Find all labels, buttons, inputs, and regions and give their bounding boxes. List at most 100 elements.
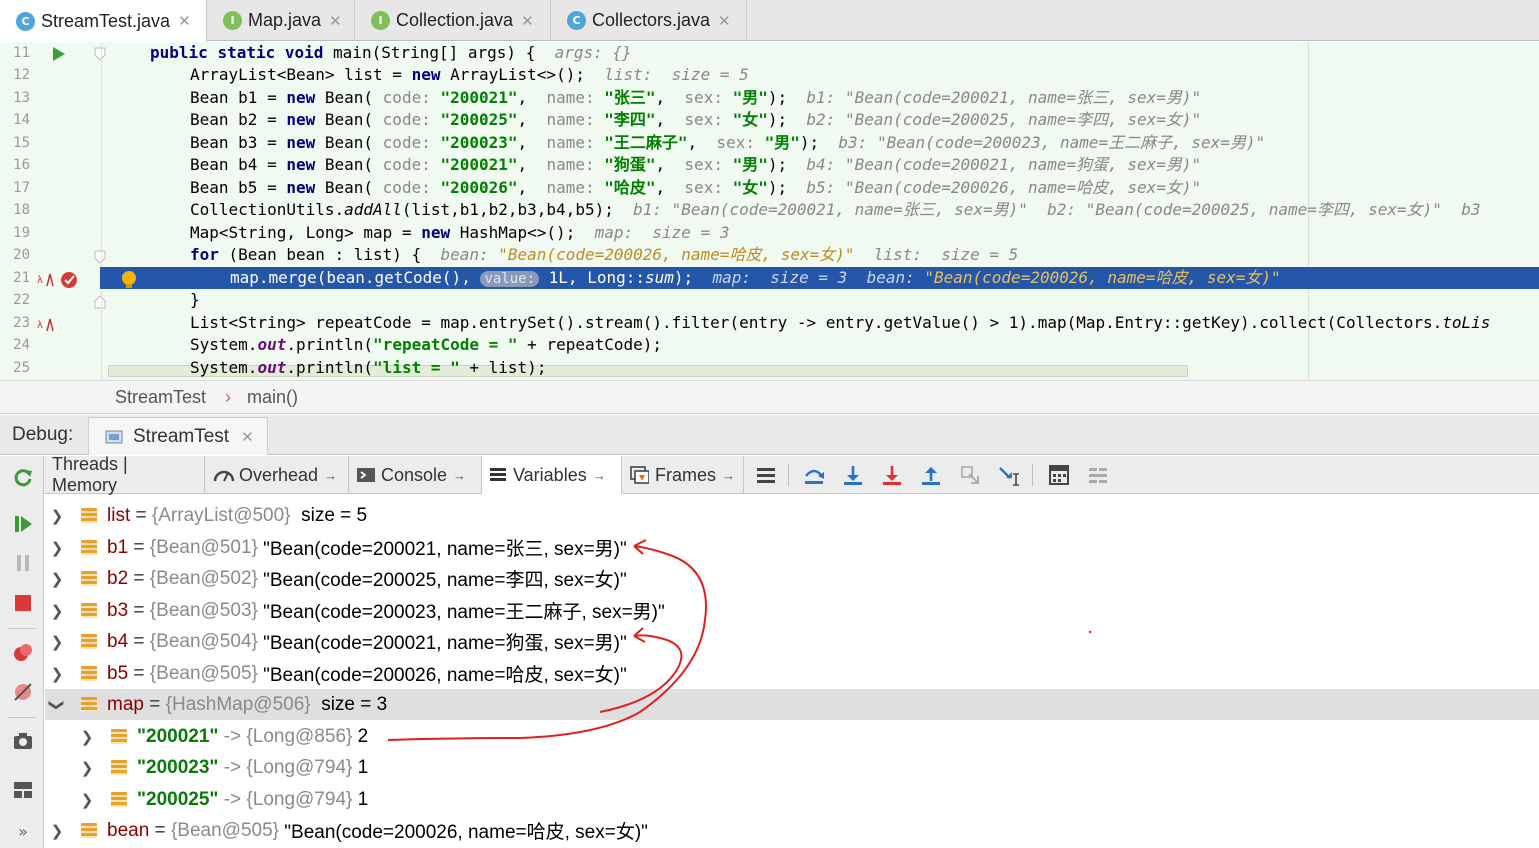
pin-icon[interactable]: → bbox=[593, 468, 606, 483]
intention-bulb-icon[interactable] bbox=[118, 269, 140, 291]
close-icon[interactable]: ✕ bbox=[718, 12, 731, 30]
code-line[interactable]: } bbox=[190, 289, 200, 311]
chevron-right-icon[interactable]: ❯ bbox=[47, 570, 67, 588]
variable-row[interactable]: ❯ b1 = {Bean@501} "Bean(code=200021, nam… bbox=[45, 532, 1539, 563]
field-icon bbox=[81, 508, 97, 523]
menu-icon[interactable] bbox=[755, 464, 777, 486]
code-line[interactable]: Bean b5 = new Bean( code: "200026", name… bbox=[190, 177, 1201, 199]
code-line[interactable]: Map<String, Long> map = new HashMap<>();… bbox=[190, 222, 729, 244]
tab-collection[interactable]: I Collection.java ✕ bbox=[355, 0, 551, 41]
variable-row[interactable]: ❯ list = {ArrayList@500} size = 5 bbox=[45, 500, 1539, 531]
code-line[interactable]: Bean b3 = new Bean( code: "200023", name… bbox=[190, 132, 1265, 154]
code-editor[interactable]: 11 12 13 14 15 16 17 18 19 20 21 22 23 2… bbox=[0, 42, 1539, 380]
map-key: "200021" bbox=[137, 725, 219, 747]
tab-streamtest[interactable]: C StreamTest.java ✕ bbox=[0, 0, 207, 42]
variables-tree[interactable]: ❯ list = {ArrayList@500} size = 5 ❯ b1 =… bbox=[45, 495, 1539, 848]
chevron-right-icon[interactable]: ❯ bbox=[77, 759, 97, 777]
chevron-right-icon[interactable]: ❯ bbox=[47, 633, 67, 651]
pause-icon[interactable] bbox=[12, 552, 34, 574]
close-icon[interactable]: ✕ bbox=[521, 12, 534, 30]
fold-marker-icon[interactable] bbox=[94, 250, 106, 264]
arrow: -> bbox=[218, 756, 247, 778]
chevron-right-icon[interactable]: ❯ bbox=[47, 665, 67, 683]
tab-threads-memory[interactable]: Threads | Memory bbox=[44, 454, 205, 495]
current-execution-line[interactable]: map.merge(bean.getCode(), value: 1L, Lon… bbox=[100, 267, 1539, 289]
fold-marker-icon[interactable] bbox=[94, 47, 106, 61]
debug-session-tab[interactable]: StreamTest ✕ bbox=[88, 417, 268, 455]
chevron-right-icon[interactable]: ❯ bbox=[47, 822, 67, 840]
close-icon[interactable]: ✕ bbox=[241, 428, 254, 446]
code-line[interactable]: CollectionUtils.addAll(list,b1,b2,b3,b4,… bbox=[190, 199, 1480, 221]
camera-icon[interactable] bbox=[12, 730, 34, 752]
pin-icon[interactable]: → bbox=[453, 468, 466, 483]
evaluate-expression-icon[interactable] bbox=[1048, 464, 1070, 486]
variable-row[interactable]: ❯ bean = {Bean@505} "Bean(code=200026, n… bbox=[45, 815, 1539, 846]
close-icon[interactable]: ✕ bbox=[329, 12, 342, 30]
map-entry-row[interactable]: ❯ "200025" -> {Long@794} 1 bbox=[45, 784, 1539, 815]
code-line[interactable]: List<String> repeatCode = map.entrySet()… bbox=[190, 312, 1490, 334]
force-step-into-icon[interactable] bbox=[881, 464, 903, 486]
close-icon[interactable]: ✕ bbox=[178, 12, 191, 30]
view-breakpoints-icon[interactable] bbox=[12, 642, 34, 664]
keyword: static bbox=[217, 43, 276, 62]
step-over-icon[interactable] bbox=[803, 464, 825, 486]
variable-row[interactable]: ❯ b2 = {Bean@502} "Bean(code=200025, nam… bbox=[45, 563, 1539, 594]
map-entry-row[interactable]: ❯ "200023" -> {Long@794} 1 bbox=[45, 752, 1539, 783]
chevron-right-icon[interactable]: ❯ bbox=[77, 791, 97, 809]
stream-trace-icon[interactable]: λ bbox=[37, 271, 55, 289]
chevron-right-icon[interactable]: ❯ bbox=[47, 507, 67, 525]
code-text: , bbox=[655, 155, 685, 174]
map-entry-row[interactable]: ❯ "200021" -> {Long@856} 2 bbox=[45, 721, 1539, 752]
breakpoint-icon[interactable] bbox=[60, 270, 80, 290]
code-text: Map<String, Long> map = bbox=[190, 223, 422, 242]
keyword: new bbox=[286, 155, 316, 174]
code-line[interactable]: System.out.println("list = " + list); bbox=[190, 357, 546, 379]
mute-breakpoints-icon[interactable] bbox=[12, 681, 34, 703]
resume-icon[interactable] bbox=[12, 513, 34, 535]
variable-row[interactable]: ❯ b4 = {Bean@504} "Bean(code=200021, nam… bbox=[45, 626, 1539, 657]
drop-frame-icon[interactable] bbox=[959, 464, 981, 486]
step-out-icon[interactable] bbox=[920, 464, 942, 486]
variable-row[interactable]: ❯ b3 = {Bean@503} "Bean(code=200023, nam… bbox=[45, 595, 1539, 626]
field-icon bbox=[111, 729, 127, 744]
editor-gutter[interactable]: 11 12 13 14 15 16 17 18 19 20 21 22 23 2… bbox=[0, 42, 108, 380]
code-line[interactable]: Bean b1 = new Bean( code: "200021", name… bbox=[190, 87, 1201, 109]
tab-variables[interactable]: Variables → bbox=[482, 456, 622, 494]
layout-icon[interactable] bbox=[12, 779, 34, 801]
tab-map[interactable]: I Map.java ✕ bbox=[207, 0, 355, 41]
breadcrumb-class[interactable]: StreamTest bbox=[115, 387, 206, 408]
code-line[interactable]: Bean b4 = new Bean( code: "200021", name… bbox=[190, 154, 1201, 176]
code-line[interactable]: Bean b2 = new Bean( code: "200025", name… bbox=[190, 109, 1201, 131]
code-line[interactable]: System.out.println("repeatCode = " + rep… bbox=[190, 334, 662, 356]
variable-value: size = 5 bbox=[301, 504, 368, 526]
chevron-down-icon[interactable]: ❯ bbox=[48, 695, 66, 715]
code-text: , bbox=[655, 178, 685, 197]
chevron-right-icon[interactable]: ❯ bbox=[47, 602, 67, 620]
run-icon[interactable] bbox=[52, 46, 66, 62]
code-line[interactable]: for (Bean bean : list) { bean: "Bean(cod… bbox=[190, 244, 1018, 266]
step-into-icon[interactable] bbox=[842, 464, 864, 486]
fold-marker-icon[interactable] bbox=[94, 295, 106, 309]
tab-collectors[interactable]: C Collectors.java ✕ bbox=[551, 0, 747, 41]
code-line[interactable]: ArrayList<Bean> list = new ArrayList<>()… bbox=[190, 64, 749, 86]
code-line[interactable]: public static void main(String[] args) {… bbox=[150, 42, 632, 64]
rerun-icon[interactable] bbox=[12, 466, 34, 488]
tab-frames[interactable]: Frames → bbox=[622, 456, 744, 494]
run-to-cursor-icon[interactable] bbox=[998, 464, 1020, 486]
breadcrumb-method[interactable]: main() bbox=[247, 387, 298, 408]
toolbar-divider bbox=[8, 628, 36, 629]
chevron-right-icon[interactable]: ❯ bbox=[77, 728, 97, 746]
code-text: Bean b1 = bbox=[190, 88, 287, 107]
stream-trace-icon[interactable]: λ bbox=[37, 316, 55, 334]
chevron-right-icon[interactable]: ❯ bbox=[47, 539, 67, 557]
variable-row[interactable]: ❯ b5 = {Bean@505} "Bean(code=200026, nam… bbox=[45, 658, 1539, 689]
tab-overhead[interactable]: Overhead → bbox=[205, 456, 349, 494]
tab-console[interactable]: Console → bbox=[349, 456, 482, 494]
pin-icon[interactable]: → bbox=[722, 468, 735, 483]
more-icon[interactable]: » bbox=[12, 820, 34, 842]
stop-icon[interactable] bbox=[12, 592, 34, 614]
variable-row-selected[interactable]: ❯ map = {HashMap@506} size = 3 bbox=[45, 689, 1539, 720]
pin-icon[interactable]: → bbox=[324, 468, 337, 483]
trace-stream-icon[interactable] bbox=[1087, 464, 1109, 486]
